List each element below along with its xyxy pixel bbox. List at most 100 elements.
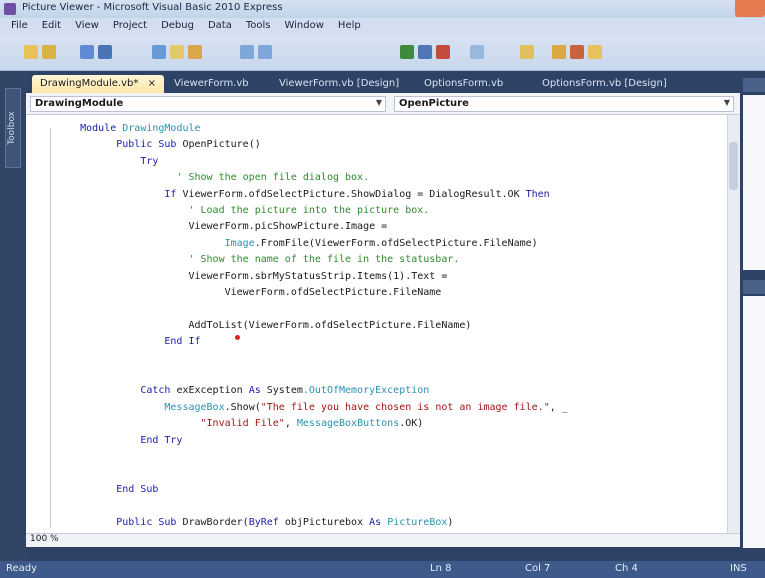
tab-viewerform[interactable]: ViewerForm.vb: [166, 75, 257, 93]
code-token: ViewerForm.sbrMyStatusStrip.Items(1).Tex…: [188, 270, 448, 282]
code-line: "Invalid File", MessageBoxButtons.OK): [201, 418, 424, 429]
scrollbar-thumb[interactable]: [729, 142, 738, 190]
paste-icon[interactable]: [188, 45, 202, 59]
menu-item-view[interactable]: View: [68, 18, 106, 35]
code-token: .OutOfMemoryException: [302, 385, 430, 397]
code-token: , _: [549, 401, 568, 413]
properties-pane[interactable]: [743, 296, 765, 548]
tab-drawingmodule[interactable]: DrawingModule.vb* ×: [32, 75, 164, 93]
status-column: Col 7: [525, 563, 551, 574]
code-line: Catch exException As System.OutOfMemoryE…: [140, 385, 429, 396]
toolbox-tab[interactable]: Toolbox: [5, 88, 21, 168]
status-char: Ch 4: [615, 563, 638, 574]
code-line: ' Show the open file dialog box.: [176, 172, 369, 183]
tab-label: ViewerForm.vb [Design]: [279, 78, 400, 89]
stop-icon[interactable]: [436, 45, 450, 59]
code-token: System: [266, 385, 303, 397]
member-dropdown-value: OpenPicture: [399, 98, 469, 109]
copy-icon[interactable]: [170, 45, 184, 59]
code-line: If ViewerForm.ofdSelectPicture.ShowDialo…: [164, 189, 549, 200]
code-token: ViewerForm.ofdSelectPicture.ShowDialog =…: [182, 188, 526, 200]
zoom-level[interactable]: 100 %: [30, 534, 59, 544]
type-dropdown[interactable]: DrawingModule ▼: [30, 96, 386, 112]
document-tab-strip: DrawingModule.vb* × ViewerForm.vb Viewer…: [26, 71, 757, 93]
toolbox-tab-label: Toolbox: [7, 111, 17, 145]
tab-optionsform[interactable]: OptionsForm.vb: [416, 75, 511, 93]
menu-item-data[interactable]: Data: [201, 18, 239, 35]
code-token: ByRef: [248, 516, 285, 528]
code-token: PictureBox: [387, 516, 448, 528]
menu-item-project[interactable]: Project: [106, 18, 154, 35]
code-line: Public Sub DrawBorder(ByRef objPicturebo…: [116, 517, 453, 528]
code-token: "The file you have chosen is not an imag…: [260, 401, 550, 413]
code-token: ViewerForm.picShowPicture.Image =: [188, 221, 388, 233]
start-debug-icon[interactable]: [400, 45, 414, 59]
code-line: End Sub: [116, 484, 158, 495]
code-token: exException: [176, 385, 249, 397]
code-token: ViewerForm.ofdSelectPicture.FileName: [224, 287, 442, 298]
tab-optionsform-design[interactable]: OptionsForm.vb [Design]: [534, 75, 675, 93]
code-line: Try: [140, 156, 158, 167]
pause-icon[interactable]: [418, 45, 432, 59]
code-token: Image: [224, 237, 255, 249]
navigation-bar: DrawingModule ▼ OpenPicture ▼: [26, 93, 740, 115]
open-icon[interactable]: [42, 45, 56, 59]
code-token: As: [369, 516, 388, 528]
code-token: AddToList(ViewerForm.ofdSelectPicture.Fi…: [188, 319, 472, 331]
code-token: Catch: [140, 385, 177, 397]
menu-item-tools[interactable]: Tools: [239, 18, 278, 35]
breakpoint-marker: [235, 335, 240, 340]
menu-item-help[interactable]: Help: [331, 18, 368, 35]
new-project-icon[interactable]: [24, 45, 38, 59]
properties-icon[interactable]: [570, 45, 584, 59]
code-token: ' Show the open file dialog box.: [176, 172, 370, 184]
code-line: ViewerForm.ofdSelectPicture.FileName: [225, 287, 442, 298]
code-line: MessageBox.Show("The file you have chose…: [164, 402, 567, 413]
status-mode: INS: [730, 563, 747, 574]
menu-item-file[interactable]: File: [4, 18, 35, 35]
code-line: End If: [164, 336, 200, 347]
code-token: Then: [525, 188, 550, 200]
find-icon[interactable]: [520, 45, 534, 59]
code-token: End Try: [140, 434, 183, 446]
menu-item-debug[interactable]: Debug: [154, 18, 201, 35]
undo-icon[interactable]: [240, 45, 254, 59]
code-token: Public Sub: [116, 139, 183, 151]
code-token: objPicturebox: [284, 516, 370, 528]
code-line: Module DrawingModule: [80, 123, 200, 134]
code-token: .Show(: [224, 401, 261, 413]
save-icon[interactable]: [80, 45, 94, 59]
step-into-icon[interactable]: [470, 45, 484, 59]
member-dropdown[interactable]: OpenPicture ▼: [394, 96, 734, 112]
code-token: End If: [164, 336, 201, 348]
code-token: OpenPicture(): [182, 139, 261, 151]
close-button[interactable]: [735, 0, 765, 17]
code-token: Public Sub: [116, 516, 183, 528]
toolbox-icon[interactable]: [588, 45, 602, 59]
code-line: AddToList(ViewerForm.ofdSelectPicture.Fi…: [188, 320, 471, 331]
menu-item-edit[interactable]: Edit: [35, 18, 68, 35]
code-token: MessageBoxButtons: [296, 418, 400, 430]
code-token: DrawingModule: [122, 123, 201, 134]
tab-viewerform-design[interactable]: ViewerForm.vb [Design]: [271, 75, 407, 93]
tab-label: ViewerForm.vb: [174, 78, 249, 89]
chevron-down-icon: ▼: [375, 98, 382, 107]
code-line: End Try: [140, 435, 182, 446]
save-all-icon[interactable]: [98, 45, 112, 59]
solution-explorer-pane[interactable]: [743, 95, 765, 270]
code-line: ViewerForm.picShowPicture.Image =: [188, 221, 387, 232]
code-token: Module: [80, 123, 123, 134]
tab-close-icon[interactable]: ×: [148, 78, 156, 89]
cut-icon[interactable]: [152, 45, 166, 59]
code-line: ' Show the name of the file in the statu…: [188, 254, 459, 265]
status-ready: Ready: [6, 563, 38, 574]
outline-margin: [50, 128, 51, 528]
solution-explorer-icon[interactable]: [552, 45, 566, 59]
window-title: Picture Viewer - Microsoft Visual Basic …: [22, 2, 283, 13]
app-icon: [4, 3, 16, 15]
redo-icon[interactable]: [258, 45, 272, 59]
code-line: Image.FromFile(ViewerForm.ofdSelectPictu…: [225, 238, 538, 249]
code-token: If: [164, 188, 183, 200]
editor-footer: [26, 533, 740, 547]
menu-item-window[interactable]: Window: [277, 18, 330, 35]
